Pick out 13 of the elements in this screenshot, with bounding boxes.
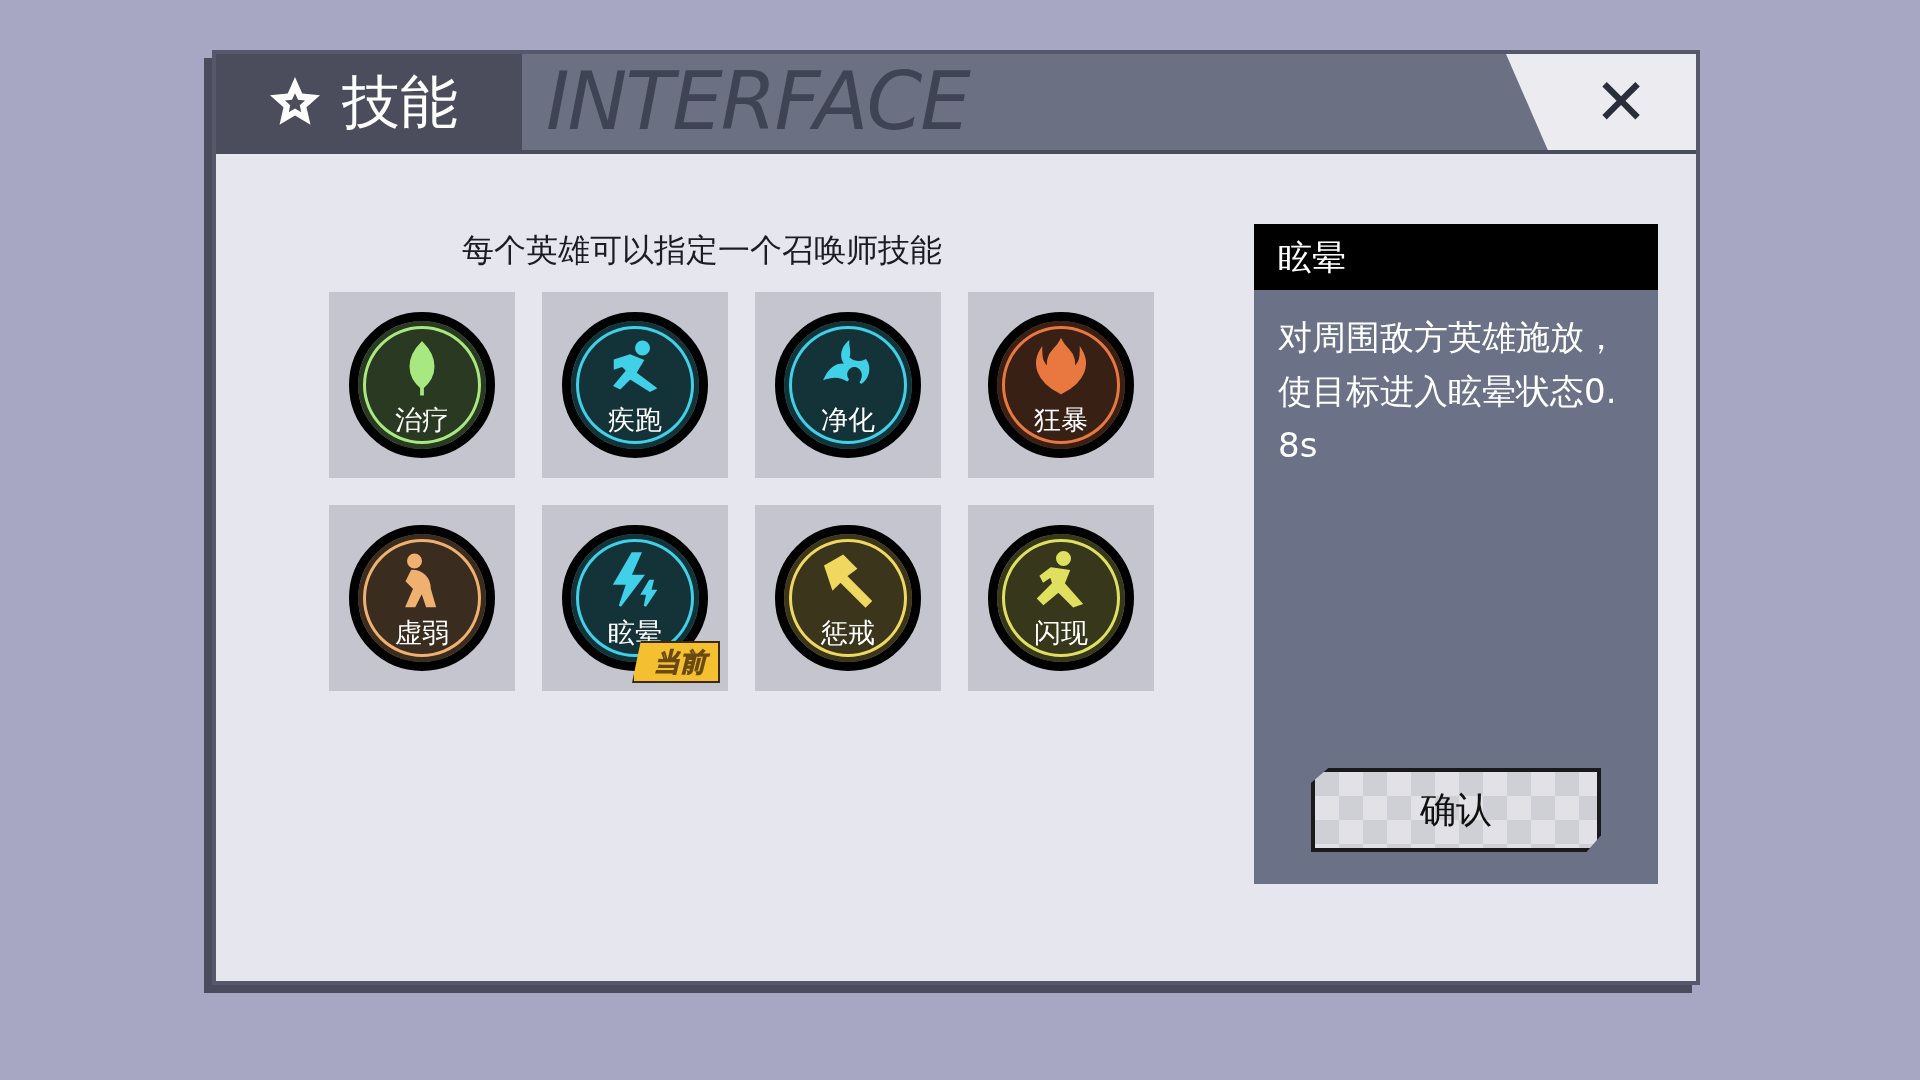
close-button[interactable]: ✕ bbox=[1506, 54, 1696, 150]
dialog-title: 技能 bbox=[342, 73, 458, 131]
skill-button[interactable]: 闪现 bbox=[988, 525, 1134, 671]
skill-button[interactable]: 虚弱 bbox=[349, 525, 495, 671]
instruction-text: 每个英雄可以指定一个召唤师技能 bbox=[461, 234, 943, 266]
confirm-button[interactable]: 确认 bbox=[1311, 768, 1601, 852]
detail-description: 对周围敌方英雄施放，使目标进入眩晕状态0.8s bbox=[1278, 316, 1619, 467]
skill-button[interactable]: 治疗 bbox=[349, 312, 495, 458]
skill-button[interactable]: 净化 bbox=[775, 312, 921, 458]
detail-title: 眩晕 bbox=[1254, 224, 1658, 290]
skill-button[interactable]: 惩戒 bbox=[775, 525, 921, 671]
skill-button[interactable]: 疾跑 bbox=[562, 312, 708, 458]
skill-button[interactable]: 狂暴 bbox=[988, 312, 1134, 458]
